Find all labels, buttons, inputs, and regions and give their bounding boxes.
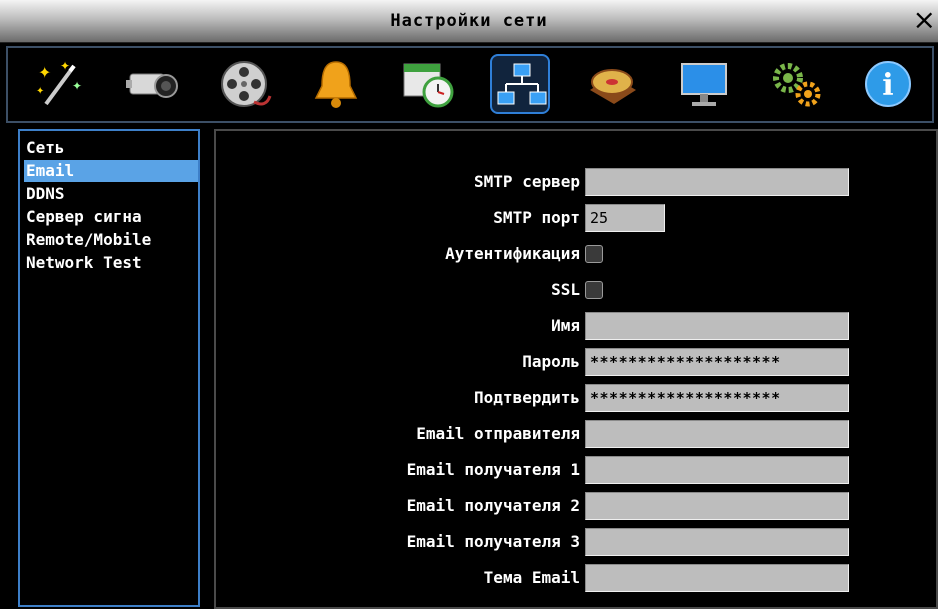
- recipient-email-2-label: Email получателя 2: [406, 496, 580, 515]
- title-bar: Настройки сети ×: [0, 0, 938, 43]
- email-subject-row: Тема Email: [216, 563, 936, 593]
- username-row: Имя: [216, 311, 936, 341]
- confirm-password-input[interactable]: ********************: [585, 384, 849, 412]
- network-icon[interactable]: [490, 54, 550, 114]
- password-input[interactable]: ********************: [585, 348, 849, 376]
- username-label: Имя: [551, 316, 580, 335]
- sender-email-input[interactable]: [585, 420, 849, 448]
- smtp-port-input[interactable]: 25: [585, 204, 665, 232]
- window-title: Настройки сети: [390, 11, 548, 31]
- svg-text:✦: ✦: [60, 59, 70, 73]
- svg-text:✦: ✦: [36, 86, 44, 97]
- email-subject-input[interactable]: [585, 564, 849, 592]
- schedule-clock-icon[interactable]: [398, 54, 458, 114]
- bell-icon[interactable]: [306, 54, 366, 114]
- sidebar-item-network-test[interactable]: Network Test: [24, 252, 198, 274]
- magic-wand-icon[interactable]: ✦ ✦ ✦ ✦: [30, 54, 90, 114]
- sidebar-item-network[interactable]: Сеть: [24, 137, 198, 159]
- recipient-email-3-input[interactable]: [585, 528, 849, 556]
- recipient-email-2-input[interactable]: [585, 492, 849, 520]
- smtp-server-label: SMTP сервер: [474, 172, 580, 191]
- smtp-port-label: SMTP порт: [493, 208, 580, 227]
- info-icon[interactable]: i: [858, 54, 918, 114]
- authentication-checkbox[interactable]: [585, 245, 603, 263]
- sidebar-item-email[interactable]: Email: [24, 160, 198, 182]
- password-row: Пароль ********************: [216, 347, 936, 377]
- ssl-row: SSL: [216, 275, 936, 305]
- hard-disk-icon[interactable]: [582, 54, 642, 114]
- camera-icon[interactable]: [122, 54, 182, 114]
- username-input[interactable]: [585, 312, 849, 340]
- recipient-email-2-row: Email получателя 2: [216, 491, 936, 521]
- recipient-email-1-label: Email получателя 1: [406, 460, 580, 479]
- svg-text:✦: ✦: [38, 63, 51, 82]
- svg-text:✦: ✦: [72, 79, 82, 93]
- smtp-port-row: SMTP порт 25: [216, 203, 936, 233]
- sender-email-label: Email отправителя: [416, 424, 580, 443]
- recipient-email-1-row: Email получателя 1: [216, 455, 936, 485]
- film-reel-icon[interactable]: [214, 54, 274, 114]
- confirm-password-label: Подтвердить: [474, 388, 580, 407]
- authentication-label: Аутентификация: [445, 244, 580, 263]
- settings-toolbar: ✦ ✦ ✦ ✦ i: [6, 46, 934, 123]
- smtp-server-row: SMTP сервер: [216, 167, 936, 197]
- close-icon[interactable]: ×: [913, 4, 936, 36]
- svg-text:i: i: [882, 68, 893, 103]
- recipient-email-3-label: Email получателя 3: [406, 532, 580, 551]
- sender-email-row: Email отправителя: [216, 419, 936, 449]
- sidebar-item-alarm-server[interactable]: Сервер сигна: [24, 206, 198, 228]
- authentication-row: Аутентификация: [216, 239, 936, 269]
- sidebar: Сеть Email DDNS Сервер сигна Remote/Mobi…: [18, 129, 200, 607]
- sidebar-item-ddns[interactable]: DDNS: [24, 183, 198, 205]
- ssl-label: SSL: [551, 280, 580, 299]
- email-subject-label: Тема Email: [483, 568, 580, 587]
- sidebar-item-remote-mobile[interactable]: Remote/Mobile: [24, 229, 198, 251]
- smtp-server-input[interactable]: [585, 168, 849, 196]
- monitor-icon[interactable]: [674, 54, 734, 114]
- gears-icon[interactable]: [766, 54, 826, 114]
- confirm-password-row: Подтвердить ********************: [216, 383, 936, 413]
- ssl-checkbox[interactable]: [585, 281, 603, 299]
- email-settings-panel: SMTP сервер SMTP порт 25 Аутентификация …: [214, 129, 938, 609]
- recipient-email-1-input[interactable]: [585, 456, 849, 484]
- password-label: Пароль: [522, 352, 580, 371]
- recipient-email-3-row: Email получателя 3: [216, 527, 936, 557]
